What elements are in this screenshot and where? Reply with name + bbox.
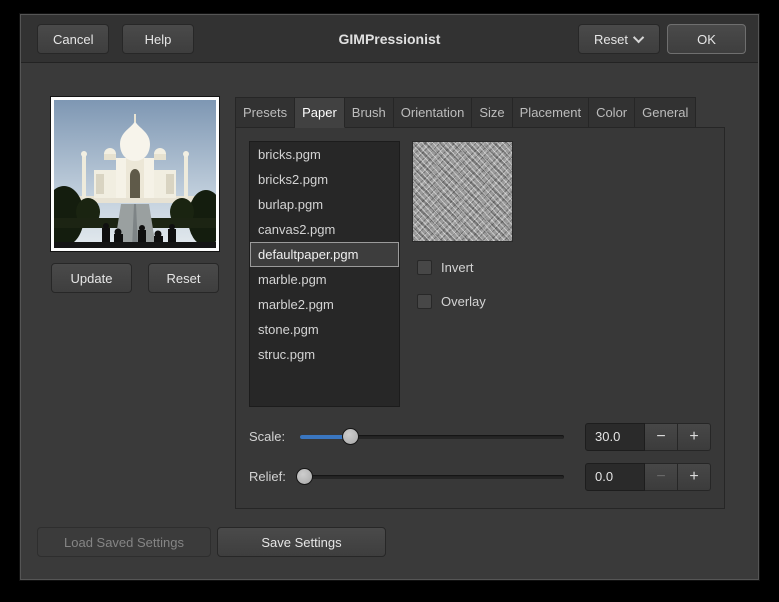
relief-increment-button[interactable]: + bbox=[678, 463, 711, 491]
paper-tab-panel: bricks.pgm bricks2.pgm burlap.pgm canvas… bbox=[235, 128, 725, 509]
list-item[interactable]: marble.pgm bbox=[250, 267, 399, 292]
scale-row: Scale: 30.0 − + bbox=[236, 422, 724, 452]
invert-check-row: Invert bbox=[417, 259, 474, 275]
tab-placement[interactable]: Placement bbox=[513, 97, 589, 128]
reset-menu-button[interactable]: Reset bbox=[578, 24, 660, 54]
relief-spinbox: 0.0 − + bbox=[585, 463, 711, 491]
list-item[interactable]: struc.pgm bbox=[250, 342, 399, 367]
relief-slider[interactable] bbox=[296, 462, 568, 492]
scale-slider[interactable] bbox=[296, 422, 568, 452]
load-saved-settings-button[interactable]: Load Saved Settings bbox=[37, 527, 211, 557]
paper-file-list[interactable]: bricks.pgm bricks2.pgm burlap.pgm canvas… bbox=[249, 141, 400, 407]
tab-general[interactable]: General bbox=[635, 97, 696, 128]
relief-value[interactable]: 0.0 bbox=[585, 463, 645, 491]
tab-size[interactable]: Size bbox=[472, 97, 512, 128]
tab-paper[interactable]: Paper bbox=[295, 97, 345, 128]
overlay-label: Overlay bbox=[441, 294, 486, 309]
relief-row: Relief: 0.0 − + bbox=[236, 462, 724, 492]
list-item-selected[interactable]: defaultpaper.pgm bbox=[250, 242, 399, 267]
relief-slider-trough bbox=[300, 475, 564, 479]
chevron-down-icon bbox=[633, 32, 644, 43]
relief-slider-knob[interactable] bbox=[296, 468, 313, 485]
update-button[interactable]: Update bbox=[51, 263, 132, 293]
cancel-button[interactable]: Cancel bbox=[37, 24, 109, 54]
relief-label: Relief: bbox=[249, 462, 286, 492]
list-item[interactable]: stone.pgm bbox=[250, 317, 399, 342]
paper-texture-preview bbox=[412, 141, 513, 242]
scale-value[interactable]: 30.0 bbox=[585, 423, 645, 451]
scale-spinbox: 30.0 − + bbox=[585, 423, 711, 451]
help-button[interactable]: Help bbox=[122, 24, 194, 54]
tab-brush[interactable]: Brush bbox=[345, 97, 394, 128]
save-settings-button[interactable]: Save Settings bbox=[217, 527, 386, 557]
list-item[interactable]: bricks2.pgm bbox=[250, 167, 399, 192]
overlay-checkbox[interactable] bbox=[417, 294, 432, 309]
relief-decrement-button[interactable]: − bbox=[645, 463, 678, 491]
reset-menu-label: Reset bbox=[594, 32, 628, 47]
list-item[interactable]: bricks.pgm bbox=[250, 142, 399, 167]
gimpressionist-dialog: Cancel Help GIMPressionist Reset OK bbox=[20, 14, 759, 580]
list-item[interactable]: canvas2.pgm bbox=[250, 217, 399, 242]
preview-frame bbox=[51, 97, 219, 251]
scale-increment-button[interactable]: + bbox=[678, 423, 711, 451]
tab-bar: Presets Paper Brush Orientation Size Pla… bbox=[235, 97, 725, 128]
tab-presets[interactable]: Presets bbox=[235, 97, 295, 128]
scale-decrement-button[interactable]: − bbox=[645, 423, 678, 451]
invert-label: Invert bbox=[441, 260, 474, 275]
ok-button[interactable]: OK bbox=[667, 24, 746, 54]
list-item[interactable]: marble2.pgm bbox=[250, 292, 399, 317]
overlay-check-row: Overlay bbox=[417, 293, 486, 309]
scale-slider-knob[interactable] bbox=[342, 428, 359, 445]
header-bar: Cancel Help GIMPressionist Reset OK bbox=[21, 15, 758, 63]
notebook: Presets Paper Brush Orientation Size Pla… bbox=[235, 97, 725, 509]
preview-reset-button[interactable]: Reset bbox=[148, 263, 219, 293]
list-item[interactable]: burlap.pgm bbox=[250, 192, 399, 217]
scale-label: Scale: bbox=[249, 422, 285, 452]
tab-color[interactable]: Color bbox=[589, 97, 635, 128]
invert-checkbox[interactable] bbox=[417, 260, 432, 275]
preview-image-taj-mahal bbox=[54, 100, 216, 248]
tab-orientation[interactable]: Orientation bbox=[394, 97, 473, 128]
